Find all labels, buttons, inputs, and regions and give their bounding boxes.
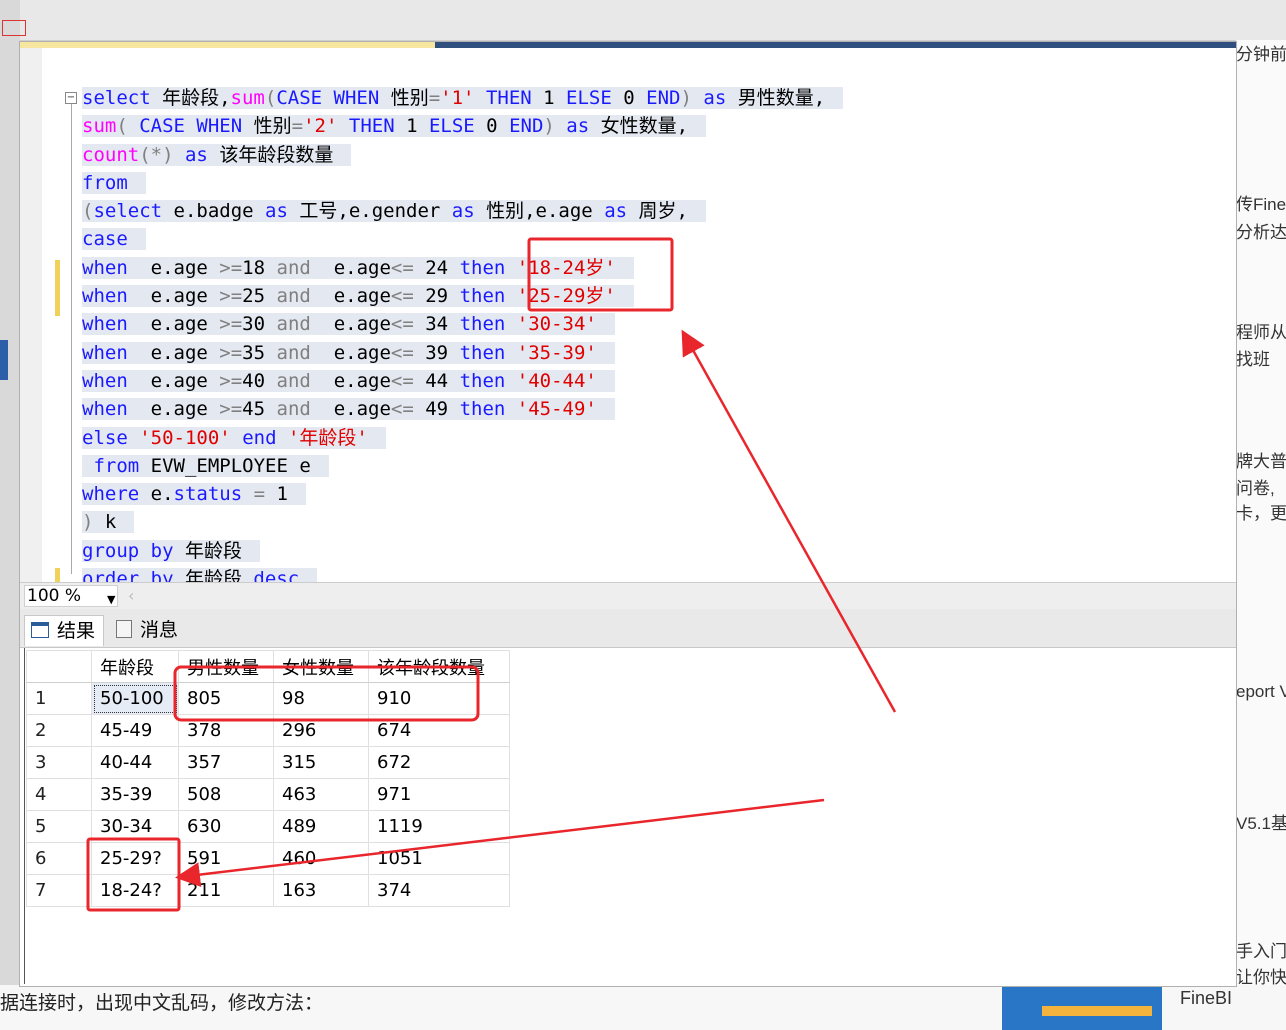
arrow-to-editor	[681, 329, 897, 713]
highlight-box-garbled-cells	[86, 837, 181, 912]
highlight-box-first-row	[173, 665, 480, 722]
arrow-to-grid	[175, 798, 825, 888]
annotation-overlay	[86, 237, 897, 912]
highlight-box-age-labels	[527, 237, 674, 312]
